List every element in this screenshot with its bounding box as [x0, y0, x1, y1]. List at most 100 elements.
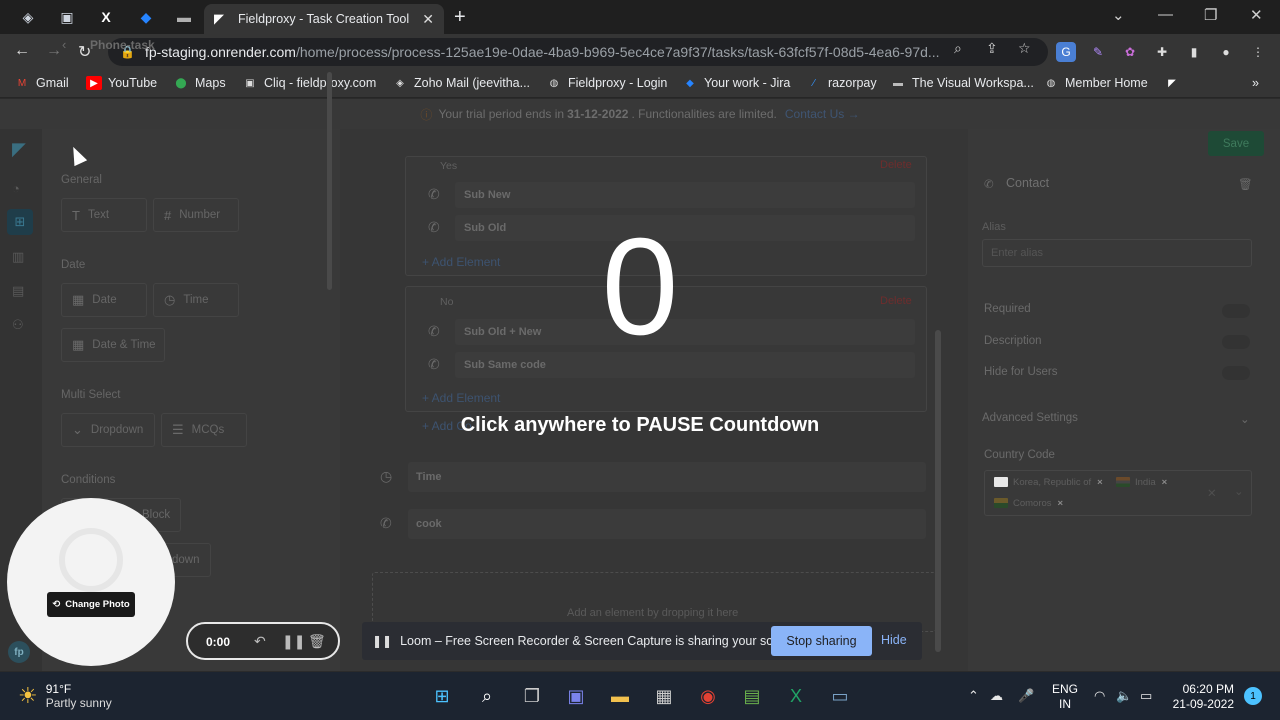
stop-sharing-button[interactable]: Stop sharing — [771, 626, 872, 656]
hide-users-toggle[interactable] — [1222, 366, 1250, 380]
remove-chip-icon[interactable]: × — [1058, 498, 1064, 509]
volume-icon[interactable]: 🔈 — [1116, 688, 1132, 704]
share-icon[interactable]: ⇪ — [986, 40, 998, 57]
lang-region: IN — [1059, 697, 1071, 711]
language-indicator[interactable]: ENG IN — [1052, 682, 1078, 712]
select-chevron-icon[interactable]: ⌄ — [1234, 484, 1244, 498]
gmail-icon: M — [17, 77, 27, 89]
bookmark-zoho-mail[interactable]: ◈ Zoho Mail (jeevitha... — [392, 76, 530, 90]
canvas-scrollbar[interactable] — [935, 330, 941, 652]
pinned-tab-folder-icon[interactable]: ▬ — [172, 6, 196, 28]
trash-icon[interactable]: 🗑 — [1238, 177, 1253, 191]
notification-badge[interactable]: 1 — [1244, 687, 1262, 705]
globe-icon: ◍ — [549, 77, 559, 89]
user-avatar[interactable]: fp — [8, 641, 30, 663]
clock-icon: ◷ — [380, 468, 393, 484]
trash-icon[interactable]: 🗑 — [308, 633, 326, 650]
app-window-icon[interactable]: ▭ — [826, 682, 854, 710]
extensions-puzzle-icon[interactable]: ✚ — [1152, 42, 1172, 62]
add-element-button[interactable]: + Add Element — [422, 391, 500, 405]
remove-chip-icon[interactable]: × — [1097, 477, 1103, 488]
bookmark-maps[interactable]: ⬤ Maps — [173, 76, 225, 90]
fieldproxy-logo-icon[interactable]: ◤ — [12, 139, 26, 160]
start-icon[interactable]: ⊞ — [428, 682, 456, 710]
wifi-icon[interactable]: ◠ — [1094, 688, 1105, 704]
pinned-tab-x-icon[interactable]: X — [94, 6, 118, 28]
pinned-tab-jira-icon[interactable]: ◆ — [134, 6, 158, 28]
profile-icon[interactable]: ● — [1216, 42, 1236, 62]
side-panel-icon[interactable]: ▮ — [1184, 42, 1204, 62]
change-photo-button[interactable]: ⟲ Change Photo — [47, 592, 135, 617]
pause-icon[interactable]: ❚❚ — [282, 633, 305, 650]
file-explorer-icon[interactable]: ▬ — [606, 682, 634, 710]
task-view-icon[interactable]: ❐ — [518, 682, 546, 710]
field-row-time[interactable]: Time — [408, 462, 926, 492]
share-message: Loom – Free Screen Recorder & Screen Cap… — [400, 634, 801, 648]
phone-icon: ✆ — [428, 356, 440, 372]
tray-chevron-icon[interactable]: ⌃ — [968, 688, 979, 704]
countdown-number[interactable]: 0 — [0, 218, 1280, 356]
zoom-icon[interactable]: ⌕ — [954, 40, 962, 57]
country-chip-label: Comoros — [1013, 497, 1052, 509]
yes-delete-link[interactable]: Delete — [880, 159, 912, 171]
active-tab[interactable]: ◤ Fieldproxy - Task Creation Tool ✕ — [204, 4, 444, 34]
info-icon: ⓘ — [420, 107, 433, 122]
translate-extension-icon[interactable]: G — [1056, 42, 1076, 62]
bookmark-gmail[interactable]: M Gmail — [14, 76, 69, 90]
microphone-icon[interactable]: 🎤 — [1018, 688, 1034, 704]
back-arrow-icon[interactable]: ‹ — [62, 37, 66, 52]
props-title-label: Contact — [1006, 176, 1050, 190]
bookmark-razorpay[interactable]: ⁄ razorpay — [806, 76, 876, 90]
excel-icon[interactable]: X — [782, 682, 810, 710]
undo-icon[interactable]: ↶ — [254, 633, 266, 650]
teams-chat-icon[interactable]: ▣ — [562, 682, 590, 710]
onedrive-icon[interactable]: ☁ — [990, 688, 1003, 704]
save-button[interactable]: Save — [1208, 131, 1264, 156]
field-row-cook[interactable]: cook — [408, 509, 926, 539]
bookmark-jira[interactable]: ◆ Your work - Jira — [682, 76, 790, 90]
comoros-flag-icon — [994, 498, 1008, 508]
yes-label: Yes — [440, 160, 458, 172]
bookmark-youtube[interactable]: ▶ YouTube — [86, 76, 157, 90]
tab-search-icon[interactable]: ⌄ — [1112, 6, 1125, 24]
address-bar[interactable]: 🔒 fp-staging.onrender.com /home/process/… — [108, 38, 1048, 66]
bookmark-fieldproxy[interactable]: ◤ — [1164, 76, 1186, 90]
window-close-icon[interactable]: ✕ — [1250, 6, 1263, 24]
clear-select-icon[interactable]: ✕ — [1207, 486, 1217, 500]
chrome-icon[interactable]: ◉ — [694, 682, 722, 710]
bookmark-star-icon[interactable]: ☆ — [1018, 40, 1031, 57]
drop-hint: Add an element by dropping it here — [567, 607, 739, 619]
remove-chip-icon[interactable]: × — [1162, 477, 1168, 488]
bookmark-fieldproxy-login[interactable]: ◍ Fieldproxy - Login — [546, 76, 668, 90]
jira-icon: ◆ — [686, 77, 694, 89]
system-clock[interactable]: 06:20 PM 21-09-2022 — [1172, 682, 1234, 712]
battery-icon[interactable]: ▭ — [1140, 688, 1152, 704]
home-icon[interactable]: ◔ — [12, 181, 20, 196]
pen-extension-icon[interactable]: ✎ — [1088, 42, 1108, 62]
store-icon[interactable]: ▦ — [650, 682, 678, 710]
chrome-menu-icon[interactable]: ⋮ — [1248, 42, 1268, 62]
back-icon[interactable]: ← — [14, 42, 30, 60]
bookmark-visual-workspace[interactable]: ▬ The Visual Workspa... — [890, 76, 1034, 90]
restore-icon[interactable]: ❐ — [1204, 6, 1217, 24]
forward-icon[interactable]: → — [46, 42, 62, 60]
props-title: Contact — [984, 176, 1049, 190]
flower-extension-icon[interactable]: ✿ — [1120, 42, 1140, 62]
bookmarks-more-icon[interactable]: » — [1252, 76, 1259, 90]
excel-files-icon[interactable]: ▤ — [738, 682, 766, 710]
pinned-tab-cliq-icon[interactable]: ▣ — [55, 6, 79, 28]
minimize-icon[interactable]: — — [1158, 6, 1173, 23]
pinned-tab-zoho-icon[interactable]: ◈ — [16, 6, 40, 28]
countdown-message[interactable]: Click anywhere to PAUSE Countdown — [0, 414, 1280, 437]
weather-widget[interactable]: ☀ 91°F Partly sunny — [18, 682, 112, 710]
search-icon[interactable]: ⌕ — [473, 682, 501, 710]
weather-condition: Partly sunny — [45, 696, 112, 710]
tab-close-icon[interactable]: ✕ — [422, 11, 434, 28]
new-tab-icon[interactable]: + — [454, 6, 466, 29]
element-row[interactable]: Sub New — [455, 182, 915, 208]
hide-button[interactable]: Hide — [881, 633, 907, 647]
bookmark-cliq[interactable]: ▣ Cliq - fieldproxy.com — [242, 76, 376, 90]
loom-camera-bubble[interactable] — [7, 498, 175, 666]
bookmark-member-home[interactable]: ◍ Member Home — [1043, 76, 1148, 90]
contact-us-link[interactable]: Contact Us → — [785, 107, 860, 121]
